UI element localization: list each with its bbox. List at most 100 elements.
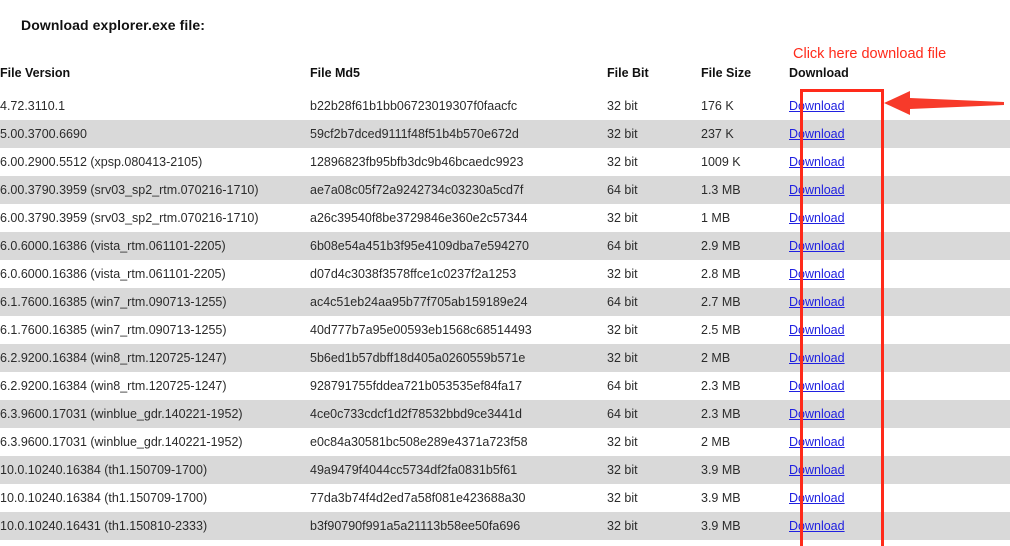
cell-file-md5: ac4c51eb24aa95b77f705ab159189e24 [310, 288, 607, 316]
download-link[interactable]: Download [789, 155, 845, 169]
cell-file-version: 6.2.9200.16384 (win8_rtm.120725-1247) [0, 344, 310, 372]
cell-file-size: 2.3 MB [701, 372, 789, 400]
table-header-row: File Version File Md5 File Bit File Size… [0, 64, 1010, 92]
cell-spacer [879, 288, 1010, 316]
cell-file-version: 6.00.3790.3959 (srv03_sp2_rtm.070216-171… [0, 204, 310, 232]
column-header-file-bit: File Bit [607, 64, 701, 92]
table-row: 4.72.3110.1b22b28f61b1bb06723019307f0faa… [0, 92, 1010, 120]
table-row: 6.3.9600.17031 (winblue_gdr.140221-1952)… [0, 428, 1010, 456]
cell-file-md5: b22b28f61b1bb06723019307f0faacfc [310, 92, 607, 120]
column-header-download: Download [789, 64, 879, 92]
download-link[interactable]: Download [789, 211, 845, 225]
download-link[interactable]: Download [789, 99, 845, 113]
cell-file-size: 2.3 MB [701, 400, 789, 428]
cell-file-version: 6.0.6000.16386 (vista_rtm.061101-2205) [0, 260, 310, 288]
cell-file-size: 237 K [701, 120, 789, 148]
table-row: 6.1.7600.16385 (win7_rtm.090713-1255)ac4… [0, 288, 1010, 316]
download-link[interactable]: Download [789, 351, 845, 365]
download-link[interactable]: Download [789, 435, 845, 449]
annotation-label: Click here download file [793, 46, 946, 62]
cell-file-bit: 32 bit [607, 428, 701, 456]
download-link[interactable]: Download [789, 379, 845, 393]
download-link[interactable]: Download [789, 323, 845, 337]
cell-download: Download [789, 372, 879, 400]
cell-file-md5: 77da3b74f4d2ed7a58f081e423688a30 [310, 484, 607, 512]
column-header-file-size: File Size [701, 64, 789, 92]
table-row: 6.1.7600.16385 (win7_rtm.090713-1255)40d… [0, 316, 1010, 344]
table-row: 6.00.3790.3959 (srv03_sp2_rtm.070216-171… [0, 204, 1010, 232]
download-link[interactable]: Download [789, 491, 845, 505]
table-row: 10.0.10240.16384 (th1.150709-1700)77da3b… [0, 484, 1010, 512]
table-header: File Version File Md5 File Bit File Size… [0, 64, 1010, 92]
column-header-file-md5: File Md5 [310, 64, 607, 92]
cell-download: Download [789, 484, 879, 512]
cell-spacer [879, 428, 1010, 456]
column-header-file-version: File Version [0, 64, 310, 92]
download-link[interactable]: Download [789, 267, 845, 281]
cell-file-bit: 32 bit [607, 148, 701, 176]
cell-file-size: 2 MB [701, 344, 789, 372]
cell-file-size: 176 K [701, 92, 789, 120]
table-row: 10.0.10240.16384 (th1.150709-1700)49a947… [0, 456, 1010, 484]
cell-file-md5: d07d4c3038f3578ffce1c0237f2a1253 [310, 260, 607, 288]
cell-download: Download [789, 148, 879, 176]
cell-download: Download [789, 344, 879, 372]
cell-spacer [879, 260, 1010, 288]
cell-file-size: 3.9 MB [701, 484, 789, 512]
cell-file-md5: 6b08e54a451b3f95e4109dba7e594270 [310, 232, 607, 260]
cell-file-size: 1 MB [701, 204, 789, 232]
table-row: 6.0.6000.16386 (vista_rtm.061101-2205)d0… [0, 260, 1010, 288]
cell-file-md5: 5b6ed1b57dbff18d405a0260559b571e [310, 344, 607, 372]
cell-file-bit: 64 bit [607, 232, 701, 260]
cell-file-bit: 32 bit [607, 344, 701, 372]
cell-file-bit: 32 bit [607, 484, 701, 512]
cell-file-bit: 32 bit [607, 120, 701, 148]
cell-file-md5: 928791755fddea721b053535ef84fa17 [310, 372, 607, 400]
cell-file-md5: 49a9479f4044cc5734df2fa0831b5f61 [310, 456, 607, 484]
table-row: 6.00.2900.5512 (xpsp.080413-2105)1289682… [0, 148, 1010, 176]
cell-download: Download [789, 400, 879, 428]
table-row: 6.3.9600.17031 (winblue_gdr.140221-1952)… [0, 400, 1010, 428]
cell-file-version: 10.0.10240.16384 (th1.150709-1700) [0, 484, 310, 512]
cell-download: Download [789, 512, 879, 540]
cell-download: Download [789, 316, 879, 344]
file-versions-table: File Version File Md5 File Bit File Size… [0, 64, 1010, 540]
download-link[interactable]: Download [789, 183, 845, 197]
cell-file-size: 2.5 MB [701, 316, 789, 344]
table-row: 6.2.9200.16384 (win8_rtm.120725-1247)928… [0, 372, 1010, 400]
download-link[interactable]: Download [789, 407, 845, 421]
cell-file-bit: 32 bit [607, 204, 701, 232]
cell-file-version: 10.0.10240.16431 (th1.150810-2333) [0, 512, 310, 540]
download-link[interactable]: Download [789, 295, 845, 309]
download-link[interactable]: Download [789, 127, 845, 141]
table-row: 5.00.3700.669059cf2b7dced9111f48f51b4b57… [0, 120, 1010, 148]
cell-file-version: 6.00.3790.3959 (srv03_sp2_rtm.070216-171… [0, 176, 310, 204]
download-link[interactable]: Download [789, 463, 845, 477]
table-row: 6.00.3790.3959 (srv03_sp2_rtm.070216-171… [0, 176, 1010, 204]
cell-spacer [879, 120, 1010, 148]
table-body: 4.72.3110.1b22b28f61b1bb06723019307f0faa… [0, 92, 1010, 540]
download-link[interactable]: Download [789, 239, 845, 253]
cell-spacer [879, 316, 1010, 344]
cell-download: Download [789, 260, 879, 288]
left-arrow-icon [884, 88, 1004, 118]
cell-file-size: 2 MB [701, 428, 789, 456]
cell-file-md5: b3f90790f991a5a21113b58ee50fa696 [310, 512, 607, 540]
cell-file-bit: 64 bit [607, 288, 701, 316]
cell-file-md5: e0c84a30581bc508e289e4371a723f58 [310, 428, 607, 456]
cell-file-bit: 64 bit [607, 176, 701, 204]
cell-file-bit: 32 bit [607, 512, 701, 540]
cell-file-md5: 12896823fb95bfb3dc9b46bcaedc9923 [310, 148, 607, 176]
cell-spacer [879, 456, 1010, 484]
cell-spacer [879, 400, 1010, 428]
cell-file-version: 6.3.9600.17031 (winblue_gdr.140221-1952) [0, 428, 310, 456]
cell-file-version: 6.1.7600.16385 (win7_rtm.090713-1255) [0, 288, 310, 316]
download-link[interactable]: Download [789, 519, 845, 533]
cell-file-size: 3.9 MB [701, 512, 789, 540]
cell-file-version: 6.00.2900.5512 (xpsp.080413-2105) [0, 148, 310, 176]
cell-file-version: 6.0.6000.16386 (vista_rtm.061101-2205) [0, 232, 310, 260]
cell-file-size: 1.3 MB [701, 176, 789, 204]
cell-file-bit: 32 bit [607, 92, 701, 120]
cell-download: Download [789, 204, 879, 232]
cell-file-version: 10.0.10240.16384 (th1.150709-1700) [0, 456, 310, 484]
